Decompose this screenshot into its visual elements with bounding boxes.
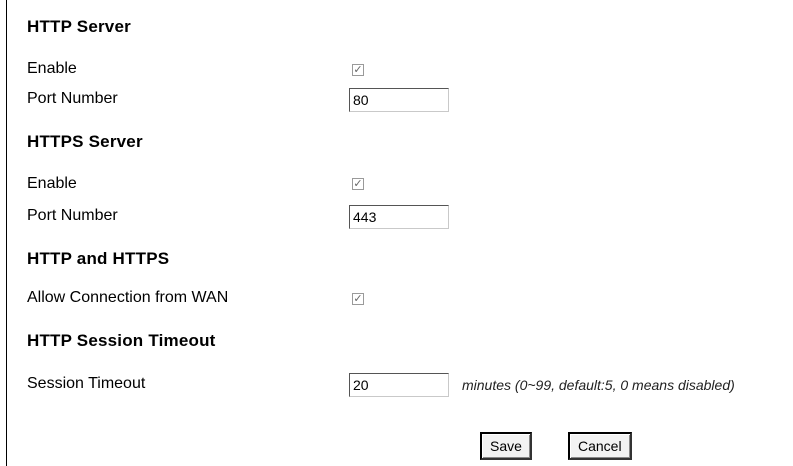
save-button[interactable]: Save xyxy=(480,432,532,460)
check-icon: ✓ xyxy=(353,64,363,76)
settings-panel: HTTP Server Enable ✓ Port Number HTTPS S… xyxy=(6,0,793,466)
http-server-title: HTTP Server xyxy=(27,17,131,36)
session-timeout-title: HTTP Session Timeout xyxy=(27,331,216,350)
https-server-title: HTTPS Server xyxy=(27,132,143,151)
check-icon: ✓ xyxy=(353,178,363,190)
allow-wan-checkbox[interactable]: ✓ xyxy=(352,293,364,305)
http-enable-checkbox[interactable]: ✓ xyxy=(352,64,364,76)
http-and-https-title: HTTP and HTTPS xyxy=(27,249,170,268)
http-port-input[interactable] xyxy=(349,88,449,112)
cancel-button[interactable]: Cancel xyxy=(568,432,632,460)
check-icon: ✓ xyxy=(353,293,363,305)
https-enable-checkbox[interactable]: ✓ xyxy=(352,178,364,190)
allow-wan-label: Allow Connection from WAN xyxy=(27,289,229,306)
http-port-label: Port Number xyxy=(27,90,118,107)
session-timeout-hint: minutes (0~99, default:5, 0 means disabl… xyxy=(462,377,735,393)
https-port-input[interactable] xyxy=(349,205,449,229)
session-timeout-label: Session Timeout xyxy=(27,375,146,392)
session-timeout-input[interactable] xyxy=(349,373,449,397)
http-enable-label: Enable xyxy=(27,60,77,77)
https-port-label: Port Number xyxy=(27,207,118,224)
https-enable-label: Enable xyxy=(27,175,77,192)
